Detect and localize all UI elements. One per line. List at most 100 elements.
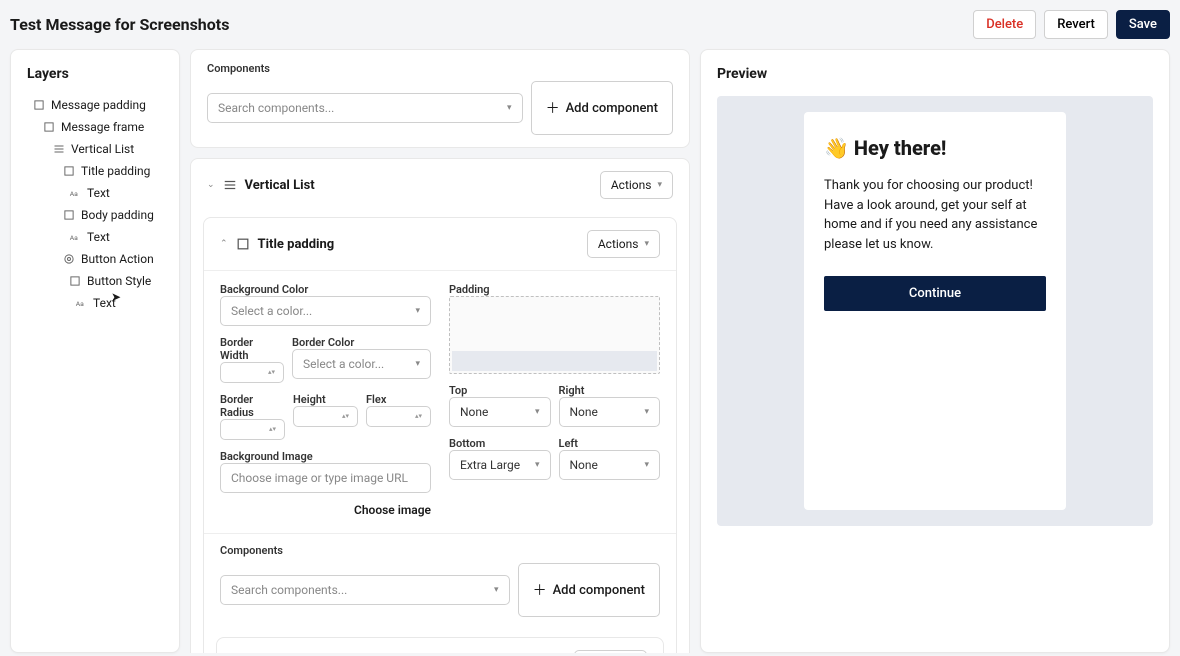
stepper-icon: ▴▾: [269, 427, 276, 432]
layer-item[interactable]: Message frame: [19, 116, 171, 138]
layer-label: Message padding: [51, 98, 146, 112]
preview-panel: Preview 👋 Hey there! Thank you for choos…: [700, 49, 1170, 653]
border-color-label: Border Color: [292, 336, 431, 349]
layer-item[interactable]: Vertical List: [19, 138, 171, 160]
layer-item[interactable]: Title padding: [19, 160, 171, 182]
collapse-icon[interactable]: ⌃: [220, 239, 228, 249]
padding-label: Padding: [449, 283, 660, 296]
revert-button[interactable]: Revert: [1044, 10, 1108, 39]
header-actions: Delete Revert Save: [973, 10, 1170, 39]
svg-text:Aa: Aa: [70, 190, 78, 198]
vertical-list-title: Vertical List: [245, 178, 315, 193]
layers-panel: Layers Message padding Message frame Verti…: [10, 49, 180, 653]
chevron-down-icon: ▾: [415, 306, 420, 316]
nested-add-component-button[interactable]: ＋ Add component: [518, 563, 660, 617]
vertical-list-card: ⌄ Vertical List Actions ▾ ⌃: [190, 158, 690, 653]
top-select[interactable]: None▾: [449, 397, 551, 427]
layer-item[interactable]: Button Style: [19, 270, 171, 292]
chevron-down-icon: ▾: [415, 359, 420, 369]
layer-label: Body padding: [81, 208, 154, 222]
target-icon: [63, 253, 75, 265]
preview-continue-button[interactable]: Continue: [824, 276, 1046, 311]
bottom-select[interactable]: Extra Large▾: [449, 450, 551, 480]
layer-item[interactable]: Message padding: [19, 94, 171, 116]
layer-item[interactable]: Body padding: [19, 204, 171, 226]
nested-add-component-label: Add component: [553, 583, 645, 598]
padding-preview: [449, 296, 660, 374]
layer-label: Text: [87, 230, 110, 244]
collapse-icon[interactable]: ⌄: [207, 180, 215, 190]
chevron-down-icon: ▾: [494, 585, 499, 595]
layer-label: Vertical List: [71, 142, 134, 156]
top-value: None: [460, 405, 488, 419]
flex-label: Flex: [366, 393, 431, 406]
layer-item[interactable]: AaText: [19, 182, 171, 204]
choose-image-link[interactable]: Choose image: [220, 503, 431, 517]
bg-color-label: Background Color: [220, 283, 431, 296]
bg-image-label: Background Image: [220, 450, 431, 463]
plus-icon: ＋: [546, 98, 560, 118]
frame-icon: [33, 99, 45, 111]
right-select[interactable]: None▾: [559, 397, 661, 427]
border-width-input[interactable]: ▴▾: [220, 362, 284, 383]
nested-search-components[interactable]: Search components... ▾: [220, 575, 510, 605]
layer-item[interactable]: Aa Text: [19, 226, 171, 248]
layer-label: Text: [93, 296, 116, 310]
left-label: Left: [559, 437, 661, 450]
layer-label: Title padding: [81, 164, 150, 178]
actions-dropdown[interactable]: Actions ▾: [574, 650, 647, 653]
height-input[interactable]: ▴▾: [293, 406, 358, 427]
text-icon: Aa: [75, 297, 87, 309]
bg-color-select[interactable]: Select a color... ▾: [220, 296, 431, 326]
svg-text:Aa: Aa: [70, 234, 78, 242]
components-label: Components: [207, 62, 673, 81]
actions-dropdown[interactable]: Actions ▾: [587, 230, 660, 258]
preview-body: Thank you for choosing our product! Have…: [824, 176, 1046, 254]
stepper-icon: ▴▾: [268, 370, 275, 375]
save-button[interactable]: Save: [1116, 10, 1170, 39]
nested-components-label: Components: [220, 544, 660, 563]
text-icon: Aa: [69, 231, 81, 243]
delete-button[interactable]: Delete: [973, 10, 1036, 39]
border-radius-input[interactable]: ▴▾: [220, 419, 285, 440]
frame-icon: [63, 209, 75, 221]
list-icon: [223, 178, 237, 192]
border-color-select[interactable]: Select a color... ▾: [292, 349, 431, 379]
page-title: Test Message for Screenshots: [10, 15, 229, 34]
flex-input[interactable]: ▴▾: [366, 406, 431, 427]
bottom-value: Extra Large: [460, 458, 520, 472]
frame-icon: [63, 165, 75, 177]
bg-image-placeholder: Choose image or type image URL: [231, 471, 408, 485]
title-padding-title: Title padding: [258, 237, 335, 252]
components-search-top: Components Search components... ▾ ＋ Add …: [190, 49, 690, 148]
layer-label: Message frame: [61, 120, 144, 134]
title-padding-card: ⌃ Title padding Actions ▾: [203, 217, 677, 653]
text-card: ⌃ Aa Text Actions ▾ Text: [216, 637, 664, 653]
actions-label: Actions: [598, 237, 639, 251]
search-placeholder: Search components...: [218, 101, 334, 115]
preview-heading: Preview: [717, 66, 1153, 82]
frame-icon: [43, 121, 55, 133]
add-component-label: Add component: [566, 101, 658, 116]
layers-heading: Layers: [19, 66, 171, 94]
chevron-down-icon: ▾: [657, 180, 662, 190]
chevron-down-icon: ▾: [644, 239, 649, 249]
chevron-down-icon: ▾: [644, 407, 649, 417]
border-width-label: Border Width: [220, 336, 284, 362]
stepper-icon: ▴▾: [342, 414, 349, 419]
top-label: Top: [449, 384, 551, 397]
layer-item[interactable]: Button Action: [19, 248, 171, 270]
list-icon: [53, 143, 65, 155]
preview-title: 👋 Hey there!: [824, 136, 1046, 160]
svg-text:Aa: Aa: [76, 300, 84, 308]
text-icon: Aa: [69, 187, 81, 199]
nested-search-placeholder: Search components...: [231, 583, 347, 597]
frame-icon: [236, 237, 250, 251]
bg-image-input[interactable]: Choose image or type image URL: [220, 463, 431, 493]
actions-dropdown[interactable]: Actions ▾: [600, 171, 673, 199]
editor-column: Components Search components... ▾ ＋ Add …: [190, 49, 690, 653]
add-component-button[interactable]: ＋ Add component: [531, 81, 673, 135]
left-select[interactable]: None▾: [559, 450, 661, 480]
layer-item[interactable]: Aa Text: [19, 292, 171, 314]
search-components-input[interactable]: Search components... ▾: [207, 93, 523, 123]
